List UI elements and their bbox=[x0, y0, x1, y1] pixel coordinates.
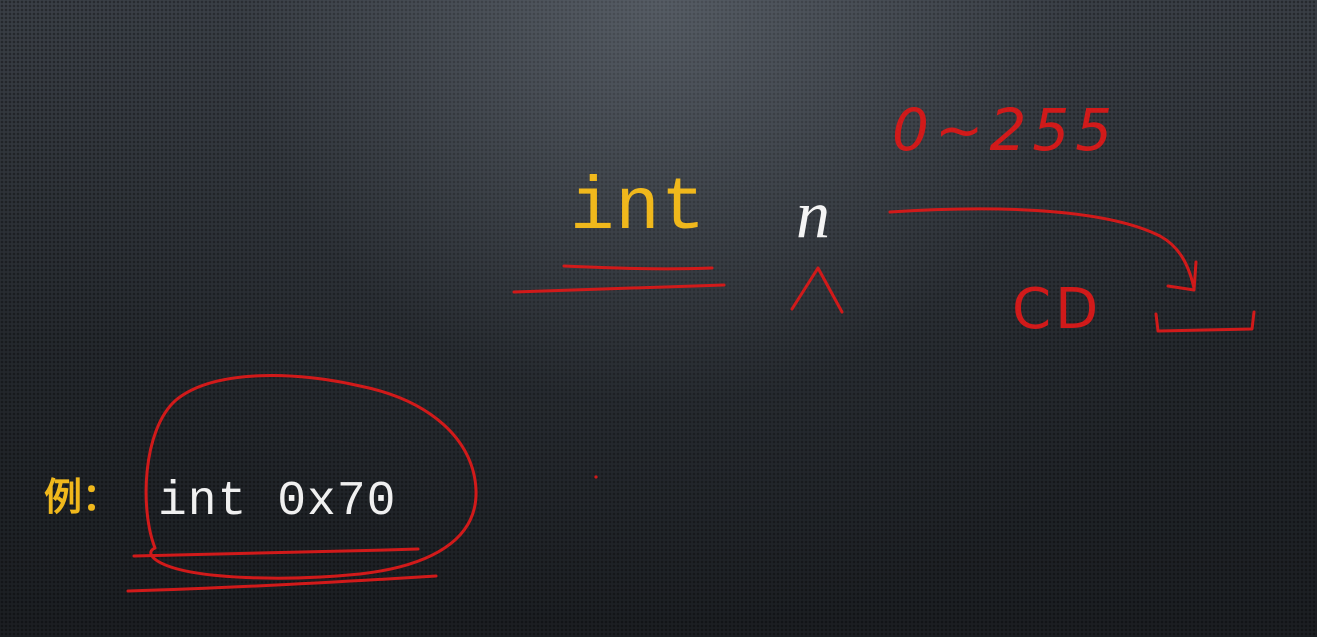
cd-note: CD bbox=[1012, 277, 1102, 342]
variable-n: n bbox=[796, 176, 830, 252]
int-underline-bottom bbox=[512, 283, 726, 294]
slide: int n 例： int 0x70 0~255 CD bbox=[0, 0, 1317, 637]
example-underline-bottom bbox=[126, 574, 438, 593]
stray-dot bbox=[594, 475, 598, 479]
blank-bracket bbox=[1154, 310, 1256, 333]
range-note: 0~255 bbox=[892, 96, 1118, 164]
keyword-int: int bbox=[570, 167, 707, 251]
caret-mark bbox=[790, 266, 844, 314]
arrow-head bbox=[1166, 260, 1198, 292]
int-underline-top bbox=[562, 264, 714, 271]
example-underline-top bbox=[132, 547, 420, 558]
handwritten-annotations: 0~255 CD bbox=[126, 96, 1256, 593]
arrow-curve bbox=[888, 207, 1196, 290]
example-label: 例： bbox=[44, 475, 121, 519]
example-code: int 0x70 bbox=[158, 475, 397, 529]
